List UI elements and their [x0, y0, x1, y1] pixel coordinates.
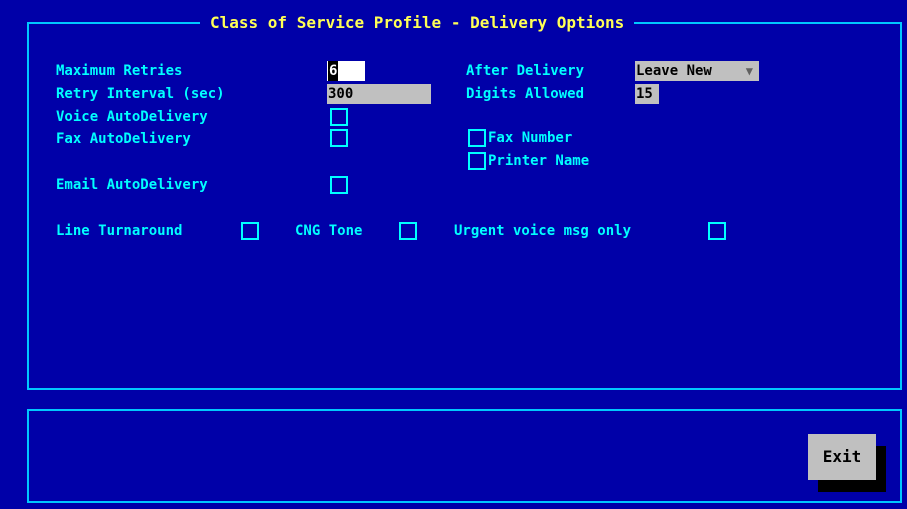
after-delivery-label: After Delivery — [466, 63, 585, 79]
dialog-title: Class of Service Profile - Delivery Opti… — [200, 12, 635, 34]
digits-allowed-field[interactable]: 15 — [635, 84, 659, 104]
line-turnaround-checkbox[interactable] — [241, 222, 259, 240]
max-retries-field[interactable]: 6 — [327, 61, 365, 81]
fax-number-label: Fax Number — [488, 130, 573, 146]
retry-interval-value: 300 — [328, 86, 354, 102]
line-turnaround-label: Line Turnaround — [56, 223, 183, 239]
exit-button[interactable]: Exit — [808, 434, 876, 480]
urgent-voice-label: Urgent voice msg only — [454, 223, 632, 239]
voice-autodelivery-label: Voice AutoDelivery — [56, 109, 208, 125]
dropdown-arrow-icon: ▼ — [745, 64, 753, 78]
max-retries-value: 6 — [328, 61, 339, 81]
button-panel — [27, 409, 902, 503]
exit-button-wrap: Exit — [808, 434, 888, 492]
after-delivery-select[interactable]: Leave New ▼ — [635, 61, 759, 81]
cng-tone-checkbox[interactable] — [399, 222, 417, 240]
after-delivery-value: Leave New — [636, 63, 712, 79]
printer-name-checkbox[interactable] — [468, 152, 486, 170]
email-autodelivery-checkbox[interactable] — [330, 176, 348, 194]
fax-autodelivery-checkbox[interactable] — [330, 129, 348, 147]
fax-autodelivery-label: Fax AutoDelivery — [56, 131, 191, 147]
urgent-voice-checkbox[interactable] — [708, 222, 726, 240]
retry-interval-field[interactable]: 300 — [327, 84, 431, 104]
retry-interval-label: Retry Interval (sec) — [56, 86, 225, 102]
digits-allowed-value: 15 — [636, 86, 653, 102]
voice-autodelivery-checkbox[interactable] — [330, 108, 348, 126]
max-retries-label: Maximum Retries — [56, 63, 183, 79]
digits-allowed-label: Digits Allowed — [466, 86, 585, 102]
printer-name-label: Printer Name — [488, 153, 590, 169]
fax-number-checkbox[interactable] — [468, 129, 486, 147]
cng-tone-label: CNG Tone — [295, 223, 363, 239]
email-autodelivery-label: Email AutoDelivery — [56, 177, 208, 193]
